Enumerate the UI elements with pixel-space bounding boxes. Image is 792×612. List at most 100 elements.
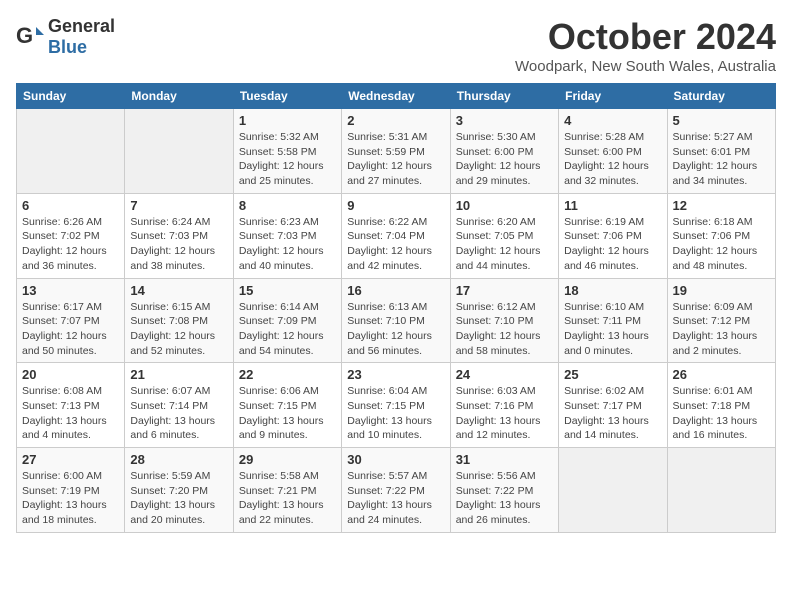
day-info: Sunrise: 6:17 AMSunset: 7:07 PMDaylight:…	[22, 300, 119, 359]
day-info: Sunrise: 6:20 AMSunset: 7:05 PMDaylight:…	[456, 215, 553, 274]
day-number: 21	[130, 367, 227, 382]
day-number: 14	[130, 283, 227, 298]
header-row: Sunday Monday Tuesday Wednesday Thursday…	[17, 84, 776, 109]
day-number: 9	[347, 198, 444, 213]
day-info: Sunrise: 6:00 AMSunset: 7:19 PMDaylight:…	[22, 469, 119, 528]
day-number: 30	[347, 452, 444, 467]
col-sunday: Sunday	[17, 84, 125, 109]
day-number: 19	[673, 283, 770, 298]
day-number: 23	[347, 367, 444, 382]
day-number: 4	[564, 113, 661, 128]
logo-icon: G	[16, 23, 44, 51]
day-cell: 23 Sunrise: 6:04 AMSunset: 7:15 PMDayligh…	[342, 363, 450, 448]
day-cell: 2Sunrise: 5:31 AMSunset: 5:59 PMDaylight…	[342, 109, 450, 194]
day-cell: 13 Sunrise: 6:17 AMSunset: 7:07 PMDayligh…	[17, 278, 125, 363]
day-info: Sunrise: 6:12 AMSunset: 7:10 PMDaylight:…	[456, 300, 553, 359]
day-cell: 12Sunrise: 6:18 AMSunset: 7:06 PMDayligh…	[667, 193, 775, 278]
day-number: 16	[347, 283, 444, 298]
day-cell: 28Sunrise: 5:59 AMSunset: 7:20 PMDayligh…	[125, 448, 233, 533]
day-info: Sunrise: 5:30 AMSunset: 6:00 PMDaylight:…	[456, 130, 553, 189]
day-info: Sunrise: 6:06 AMSunset: 7:15 PMDaylight:…	[239, 384, 336, 443]
day-info: Sunrise: 6:26 AMSunset: 7:02 PMDaylight:…	[22, 215, 119, 274]
day-number: 22	[239, 367, 336, 382]
day-number: 31	[456, 452, 553, 467]
col-thursday: Thursday	[450, 84, 558, 109]
day-cell: 17 Sunrise: 6:12 AMSunset: 7:10 PMDayligh…	[450, 278, 558, 363]
day-cell: 19 Sunrise: 6:09 AMSunset: 7:12 PMDayligh…	[667, 278, 775, 363]
day-number: 3	[456, 113, 553, 128]
day-number: 26	[673, 367, 770, 382]
day-info: Sunrise: 5:27 AMSunset: 6:01 PMDaylight:…	[673, 130, 770, 189]
day-cell: 14Sunrise: 6:15 AMSunset: 7:08 PMDayligh…	[125, 278, 233, 363]
col-monday: Monday	[125, 84, 233, 109]
day-cell: 22 Sunrise: 6:06 AMSunset: 7:15 PMDayligh…	[233, 363, 341, 448]
day-cell	[559, 448, 667, 533]
svg-text:G: G	[16, 23, 33, 48]
day-cell: 4 Sunrise: 5:28 AMSunset: 6:00 PMDaylight…	[559, 109, 667, 194]
day-cell: 25 Sunrise: 6:02 AMSunset: 7:17 PMDayligh…	[559, 363, 667, 448]
week-row-5: 27Sunrise: 6:00 AMSunset: 7:19 PMDayligh…	[17, 448, 776, 533]
day-cell: 18Sunrise: 6:10 AMSunset: 7:11 PMDayligh…	[559, 278, 667, 363]
day-number: 17	[456, 283, 553, 298]
day-info: Sunrise: 6:22 AMSunset: 7:04 PMDaylight:…	[347, 215, 444, 274]
day-info: Sunrise: 6:09 AMSunset: 7:12 PMDaylight:…	[673, 300, 770, 359]
day-cell: 11 Sunrise: 6:19 AMSunset: 7:06 PMDayligh…	[559, 193, 667, 278]
col-wednesday: Wednesday	[342, 84, 450, 109]
day-number: 24	[456, 367, 553, 382]
calendar-body: 1 Sunrise: 5:32 AMSunset: 5:58 PMDaylight…	[17, 109, 776, 533]
week-row-1: 1 Sunrise: 5:32 AMSunset: 5:58 PMDaylight…	[17, 109, 776, 194]
day-info: Sunrise: 6:19 AMSunset: 7:06 PMDaylight:…	[564, 215, 661, 274]
day-cell: 9 Sunrise: 6:22 AMSunset: 7:04 PMDaylight…	[342, 193, 450, 278]
day-cell: 31 Sunrise: 5:56 AMSunset: 7:22 PMDayligh…	[450, 448, 558, 533]
day-number: 7	[130, 198, 227, 213]
logo-general: General	[48, 16, 115, 36]
day-info: Sunrise: 6:14 AMSunset: 7:09 PMDaylight:…	[239, 300, 336, 359]
day-cell	[125, 109, 233, 194]
day-cell: 20Sunrise: 6:08 AMSunset: 7:13 PMDayligh…	[17, 363, 125, 448]
col-tuesday: Tuesday	[233, 84, 341, 109]
calendar: Sunday Monday Tuesday Wednesday Thursday…	[16, 83, 776, 533]
day-cell: 8Sunrise: 6:23 AMSunset: 7:03 PMDaylight…	[233, 193, 341, 278]
day-cell	[17, 109, 125, 194]
day-cell: 7Sunrise: 6:24 AMSunset: 7:03 PMDaylight…	[125, 193, 233, 278]
day-info: Sunrise: 5:28 AMSunset: 6:00 PMDaylight:…	[564, 130, 661, 189]
day-cell: 5 Sunrise: 5:27 AMSunset: 6:01 PMDaylight…	[667, 109, 775, 194]
month-title: October 2024	[515, 16, 776, 58]
day-info: Sunrise: 6:07 AMSunset: 7:14 PMDaylight:…	[130, 384, 227, 443]
day-cell: 27Sunrise: 6:00 AMSunset: 7:19 PMDayligh…	[17, 448, 125, 533]
week-row-4: 20Sunrise: 6:08 AMSunset: 7:13 PMDayligh…	[17, 363, 776, 448]
day-number: 25	[564, 367, 661, 382]
calendar-header: Sunday Monday Tuesday Wednesday Thursday…	[17, 84, 776, 109]
day-info: Sunrise: 6:10 AMSunset: 7:11 PMDaylight:…	[564, 300, 661, 359]
day-cell: 15 Sunrise: 6:14 AMSunset: 7:09 PMDayligh…	[233, 278, 341, 363]
day-info: Sunrise: 5:56 AMSunset: 7:22 PMDaylight:…	[456, 469, 553, 528]
logo: G General Blue	[16, 16, 115, 58]
week-row-2: 6Sunrise: 6:26 AMSunset: 7:02 PMDaylight…	[17, 193, 776, 278]
day-number: 15	[239, 283, 336, 298]
day-info: Sunrise: 6:03 AMSunset: 7:16 PMDaylight:…	[456, 384, 553, 443]
day-info: Sunrise: 6:23 AMSunset: 7:03 PMDaylight:…	[239, 215, 336, 274]
day-number: 20	[22, 367, 119, 382]
col-friday: Friday	[559, 84, 667, 109]
week-row-3: 13 Sunrise: 6:17 AMSunset: 7:07 PMDayligh…	[17, 278, 776, 363]
day-info: Sunrise: 6:02 AMSunset: 7:17 PMDaylight:…	[564, 384, 661, 443]
day-cell: 29Sunrise: 5:58 AMSunset: 7:21 PMDayligh…	[233, 448, 341, 533]
day-cell: 1 Sunrise: 5:32 AMSunset: 5:58 PMDaylight…	[233, 109, 341, 194]
col-saturday: Saturday	[667, 84, 775, 109]
day-number: 5	[673, 113, 770, 128]
day-info: Sunrise: 5:57 AMSunset: 7:22 PMDaylight:…	[347, 469, 444, 528]
page-header: G General Blue October 2024 Woodpark, Ne…	[16, 16, 776, 75]
day-info: Sunrise: 6:04 AMSunset: 7:15 PMDaylight:…	[347, 384, 444, 443]
day-number: 11	[564, 198, 661, 213]
day-number: 13	[22, 283, 119, 298]
day-cell: 6Sunrise: 6:26 AMSunset: 7:02 PMDaylight…	[17, 193, 125, 278]
day-number: 28	[130, 452, 227, 467]
day-cell: 3 Sunrise: 5:30 AMSunset: 6:00 PMDaylight…	[450, 109, 558, 194]
day-number: 1	[239, 113, 336, 128]
day-info: Sunrise: 5:32 AMSunset: 5:58 PMDaylight:…	[239, 130, 336, 189]
day-info: Sunrise: 6:18 AMSunset: 7:06 PMDaylight:…	[673, 215, 770, 274]
location-title: Woodpark, New South Wales, Australia	[515, 58, 776, 75]
day-cell: 26Sunrise: 6:01 AMSunset: 7:18 PMDayligh…	[667, 363, 775, 448]
day-info: Sunrise: 5:31 AMSunset: 5:59 PMDaylight:…	[347, 130, 444, 189]
logo-blue: Blue	[48, 37, 87, 57]
